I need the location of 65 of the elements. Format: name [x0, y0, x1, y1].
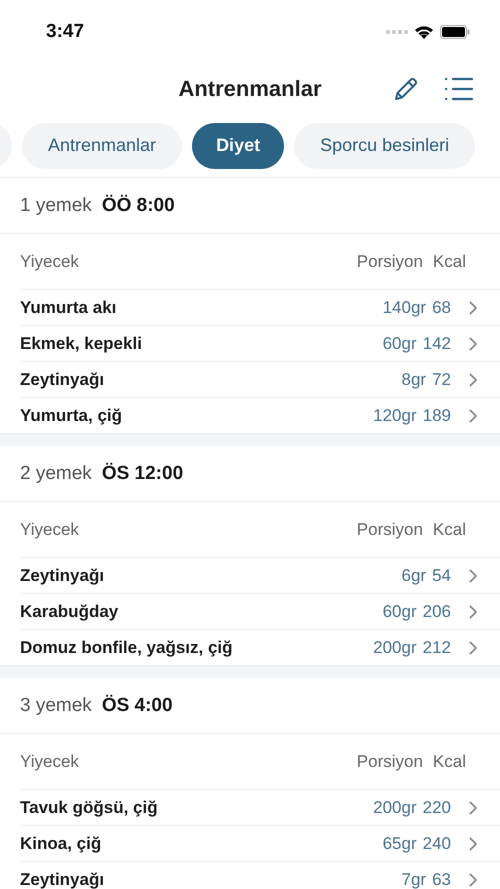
- food-name: Kinoa, çiğ: [20, 834, 102, 854]
- battery-icon: [440, 25, 470, 39]
- kcal-value: 142: [422, 334, 451, 354]
- portion-value: 140gr: [382, 298, 426, 318]
- portion-value: 7gr: [402, 870, 426, 889]
- tab[interactable]: Diyet: [192, 122, 284, 168]
- chevron-icon[interactable]: [469, 568, 478, 582]
- kcal-value: 68: [432, 298, 451, 318]
- meal-label: 3 yemek: [20, 694, 92, 716]
- chevron-icon[interactable]: [469, 800, 478, 814]
- portion-value: 65gr: [382, 834, 417, 854]
- portion-value: 200gr: [373, 638, 417, 658]
- food-name: Yumurta akı: [20, 298, 118, 318]
- chevron-icon[interactable]: [469, 604, 478, 618]
- chevron-icon[interactable]: [469, 336, 478, 350]
- wifi-icon: [414, 24, 434, 40]
- column-header: Porsiyon: [356, 252, 423, 272]
- kcal-value: 54: [432, 566, 451, 586]
- food-name: Ekmek, kepekli: [20, 334, 143, 354]
- signal-icon: [386, 29, 408, 35]
- kcal-value: 72: [432, 370, 451, 390]
- portion-value: 120gr: [373, 406, 417, 426]
- portion-value: 6gr: [402, 566, 426, 586]
- chevron-icon[interactable]: [469, 872, 478, 886]
- kcal-value: 240: [422, 834, 451, 854]
- column-header: Yiyecek: [20, 252, 80, 272]
- chevron-icon[interactable]: [469, 836, 478, 850]
- kcal-value: 189: [422, 406, 451, 426]
- food-name: Tavuk göğsü, çiğ: [20, 798, 159, 818]
- menu-icon[interactable]: [444, 76, 474, 102]
- meal-time: ÖS 12:00: [102, 462, 184, 484]
- kcal-value: 63: [432, 870, 451, 889]
- food-name: Yumurta, çiğ: [20, 406, 124, 426]
- chevron-icon[interactable]: [469, 372, 478, 386]
- kcal-value: 220: [422, 798, 451, 818]
- portion-value: 60gr: [382, 602, 417, 622]
- column-header: Yiyecek: [20, 752, 80, 772]
- food-name: Zeytinyağı: [20, 870, 106, 889]
- screen-title: Antrenmanlar: [178, 76, 322, 102]
- column-header: Kcal: [432, 520, 466, 540]
- edit-icon[interactable]: [392, 75, 420, 103]
- chevron-icon[interactable]: [469, 408, 478, 422]
- portion-value: 8gr: [402, 370, 426, 390]
- meal-time: ÖÖ 8:00: [102, 194, 175, 216]
- food-name: Karabuğday: [20, 602, 120, 622]
- chevron-icon[interactable]: [469, 640, 478, 654]
- food-name: Zeytinyağı: [20, 566, 106, 586]
- tab[interactable]: Sporcu besinleri: [294, 122, 476, 168]
- portion-value: 200gr: [373, 798, 417, 818]
- kcal-value: 206: [422, 602, 451, 622]
- tab[interactable]: Antrenmanlar: [22, 122, 182, 168]
- column-header: Kcal: [432, 252, 466, 272]
- column-header: Porsiyon: [356, 752, 423, 772]
- clock-time: 3:47: [46, 21, 86, 43]
- column-header: Yiyecek: [20, 520, 80, 540]
- food-name: Domuz bonfile, yağsız, çiğ: [20, 638, 234, 658]
- food-name: Zeytinyağı: [20, 370, 106, 390]
- meal-label: 2 yemek: [20, 462, 92, 484]
- meal-label: 1 yemek: [20, 194, 92, 216]
- column-header: Kcal: [432, 752, 466, 772]
- kcal-value: 212: [422, 638, 451, 658]
- meal-time: ÖS 4:00: [102, 694, 173, 716]
- column-header: Porsiyon: [356, 520, 423, 540]
- portion-value: 60gr: [382, 334, 417, 354]
- chevron-icon[interactable]: [469, 300, 478, 314]
